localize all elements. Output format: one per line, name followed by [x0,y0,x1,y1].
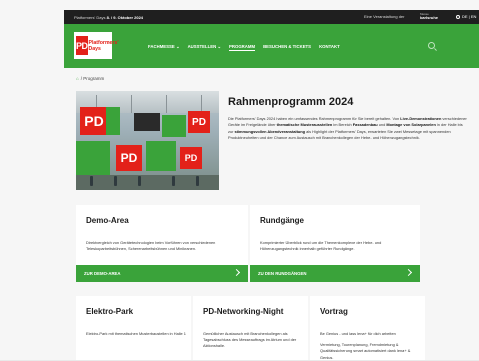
visitor [172,176,175,186]
nav-item-ausstellen[interactable]: AUSSTELLEN ⌄ [188,44,221,51]
breadcrumb: ⌂ / Programm [76,76,105,81]
demo-area-link[interactable]: ZUR DEMO-AREA [76,265,248,282]
chevron-right-icon [232,268,241,277]
card-text: Direktvergleich von Gerätetechnologien b… [86,240,216,252]
card-elektro-park: Elektro-Park Elektro-Park mit thematisch… [76,296,191,360]
pd-cube: PD [180,147,202,169]
messe-karlsruhe-logo[interactable]: Messe karlsruhe [420,12,438,20]
main-navigation: PD Platformers' Days FACHMESSE ⌄ AUSSTEL… [64,24,479,68]
green-cube [76,141,110,175]
chevron-down-icon: ⌄ [175,44,180,49]
roof-truss [166,95,167,113]
card-vortrag: Vortrag Be Genius - und lass lena+ für d… [310,296,425,360]
search-icon[interactable] [428,42,435,49]
card-title: Vortrag [320,307,348,316]
top-utility-bar: Platformers' Days 8. / 9. Oktober 2024 E… [64,10,479,24]
card-title: PD-Networking-Night [203,307,284,316]
card-networking-night: PD-Networking-Night Gemütlicher Austausc… [193,296,308,360]
card-title: Rundgänge [260,216,304,225]
roof-truss [131,95,132,113]
home-icon[interactable]: ⌂ [76,76,79,81]
pd-banner: PD [188,111,210,133]
card-text: Komprimierter Überblick rund um die Them… [260,240,382,252]
pd-cube: PD [116,145,142,171]
page-title: Rahmenprogramm 2024 [228,96,354,108]
card-title: Elektro-Park [86,307,134,316]
visitor [196,176,199,186]
pd-banner: PD [80,107,108,135]
nav-menu: FACHMESSE ⌄ AUSSTELLEN ⌄ PROGRAMM BESUCH… [148,44,340,51]
green-cube [146,141,176,171]
card-text: Be Genius - und lass lena+ für dich arbe… [320,331,411,360]
visitor [114,176,117,186]
logo-mark: PD [76,36,88,55]
nav-item-kontakt[interactable]: KONTAKT [319,44,340,51]
platformers-days-logo[interactable]: PD Platformers' Days [74,32,119,59]
card-rundgaenge: Rundgänge Komprimierter Überblick rund u… [250,205,420,282]
hero-image: PD PD PD PD [76,91,219,190]
visitor [90,176,93,186]
nav-item-fachmesse[interactable]: FACHMESSE ⌄ [148,44,180,51]
card-text: Elektro-Park mit thematischen Musterbaus… [86,331,186,336]
nav-item-programm[interactable]: PROGRAMM [229,44,256,51]
globe-icon [456,14,460,19]
chevron-right-icon [404,268,413,277]
exhibitor-banner [134,113,160,131]
green-banner [162,115,186,137]
organizer-label: Eine Veranstaltung der [364,14,405,19]
card-demo-area: Demo-Area Direktvergleich von Gerätetech… [76,205,248,282]
card-text: Gemütlicher Austausch mit Branchenkolleg… [203,331,297,349]
green-banner [106,107,120,135]
event-dates: Platformers' Days 8. / 9. Oktober 2024 [74,14,144,20]
rundgaenge-link[interactable]: ZU DEN RUNDGÄNGEN [250,265,420,282]
language-switch[interactable]: DE | EN [456,14,476,19]
visitor [138,176,141,186]
nav-item-besuchen-tickets[interactable]: BESUCHEN & TICKETS [263,44,311,51]
breadcrumb-current: Programm [83,76,105,81]
page: Platformers' Days 8. / 9. Oktober 2024 E… [0,0,479,360]
intro-text: Die Platformers' Days 2024 haben ein umf… [228,116,467,140]
card-title: Demo-Area [86,216,129,225]
chevron-down-icon: ⌄ [217,44,222,49]
logo-wordmark: Platformers' Days [88,39,119,52]
